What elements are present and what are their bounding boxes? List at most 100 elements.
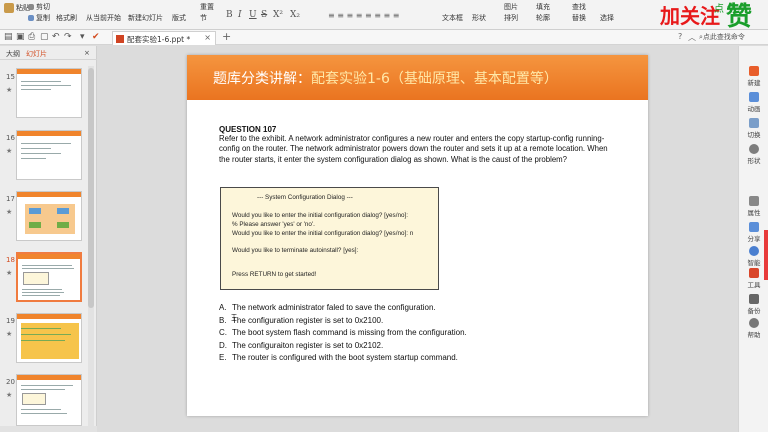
panel-new[interactable]: 新建 [739, 66, 768, 87]
underline-button[interactable]: U [249, 10, 257, 20]
replace-label: 替换 [572, 14, 586, 22]
undo-icon[interactable]: ↶ [52, 32, 60, 42]
panel-label: 备份 [747, 307, 761, 315]
more-icon[interactable]: ︿ [688, 32, 696, 43]
status-strip [0, 426, 97, 432]
save-icon[interactable]: ▣ [16, 32, 25, 42]
panel-label: 分享 [747, 235, 761, 243]
exhibit-line: % Please answer 'yes' or 'no'. [232, 221, 315, 228]
answer-letter: E. [219, 353, 227, 362]
replace-button[interactable]: 替换 [572, 13, 586, 23]
slide-thumbnail[interactable] [16, 130, 82, 180]
checkmark-icon[interactable]: ✔ [92, 32, 100, 42]
panel-help[interactable]: 帮助 [739, 318, 768, 339]
outline-button[interactable]: 轮廓 [536, 13, 550, 23]
slide-number: 16 [6, 134, 15, 142]
panel-shape[interactable]: 形状 [739, 144, 768, 165]
exhibit-box: --- System Configuration Dialog --- Woul… [220, 187, 439, 290]
outline-label: 轮廓 [536, 14, 550, 22]
question-text: Refer to the exhibit. A network administ… [219, 134, 608, 164]
slide-thumbnail-panel: 大纲 幻灯片 × 15 ★ 16 ★ 17 ★ 18 ★ 19 ★ 20 ★ [0, 46, 97, 432]
slide-thumbnail-active[interactable] [16, 252, 82, 302]
star-icon: ★ [6, 330, 13, 338]
star-icon: ★ [6, 208, 13, 216]
panel-animation[interactable]: 动画 [739, 92, 768, 113]
italic-button[interactable]: I [238, 10, 242, 20]
reset-button[interactable]: 重置 [200, 2, 214, 12]
format-painter-button[interactable]: 格式刷 [56, 13, 77, 23]
exhibit-line: --- System Configuration Dialog --- [257, 194, 353, 201]
slide-title-prefix: 题库分类讲解： [213, 71, 311, 87]
slide-number: 15 [6, 73, 15, 81]
layout-label: 版式 [172, 14, 186, 22]
fill-label: 填充 [536, 3, 550, 11]
copy-button[interactable]: 复制 [28, 13, 50, 23]
help-icon[interactable]: ? [678, 32, 682, 41]
picture-button[interactable]: 图片 [504, 2, 518, 12]
cut-label: 剪切 [36, 3, 50, 11]
tab-outline[interactable]: 大纲 [6, 49, 20, 59]
question-number: QUESTION 107 [219, 125, 277, 134]
command-search[interactable]: ⌕点此查找命令 [699, 32, 745, 42]
backup-icon [749, 294, 759, 304]
close-tab-icon[interactable]: × [204, 33, 211, 42]
panel-transition[interactable]: 切换 [739, 118, 768, 139]
print-icon[interactable]: ⎙ [28, 32, 35, 42]
tab-slides[interactable]: 幻灯片 [26, 49, 47, 59]
subscript-button[interactable]: X₂ [290, 10, 300, 20]
text-cursor-icon: ⌶ [231, 313, 237, 324]
slide-canvas[interactable]: 题库分类讲解：配套实验1-6（基础原理、基本配置等） QUESTION 107 … [187, 55, 648, 416]
section-button[interactable]: 节 [200, 13, 207, 23]
like-promo-text: 赞 [726, 2, 753, 32]
answer-letter: A. [219, 303, 227, 312]
exhibit-line: Would you like to enter the initial conf… [232, 230, 414, 237]
answer-option: B. The configuration register is set to 0… [219, 316, 383, 325]
panel-label: 智能 [747, 259, 761, 267]
preview-icon[interactable]: ▢ [40, 32, 49, 42]
slide-thumbnail[interactable] [16, 313, 82, 363]
slide-thumbnail[interactable] [16, 374, 82, 426]
answer-text: The network administrator faled to save … [232, 303, 436, 312]
align-buttons[interactable]: ≡ ≡ ≡ ≡ ≡ ≡ ≡ ≡ [328, 11, 399, 20]
slide-thumbnail[interactable] [16, 68, 82, 118]
exhibit-line: Would you like to terminate autoinstall?… [232, 247, 359, 254]
panel-label: 切换 [747, 131, 761, 139]
from-current-button[interactable]: 从当前开始 [86, 13, 121, 23]
panel-backup[interactable]: 备份 [739, 294, 768, 315]
animation-icon [749, 92, 759, 102]
star-icon: ★ [6, 391, 13, 399]
share-icon [749, 222, 759, 232]
star-icon: ★ [6, 147, 13, 155]
textbox-button[interactable]: 文本框 [442, 13, 463, 23]
superscript-button[interactable]: X² [273, 10, 283, 20]
new-tab-button[interactable]: + [222, 30, 231, 43]
arrange-button[interactable]: 排列 [504, 13, 518, 23]
bold-button[interactable]: B [226, 10, 233, 20]
redo-icon[interactable]: ↷ [64, 32, 72, 42]
find-button[interactable]: 查找 [572, 2, 586, 12]
strike-button[interactable]: S [261, 10, 267, 20]
layout-button[interactable]: 版式 [172, 13, 186, 23]
answer-text: The configuration register is set to 0x2… [232, 315, 384, 325]
exhibit-line: Press RETURN to get started! [232, 271, 317, 278]
follow-promo-overlay: 加关注 点 赞 [608, 0, 768, 32]
open-icon[interactable]: ▤ [4, 32, 13, 42]
close-panel-icon[interactable]: × [84, 49, 90, 57]
star-icon: ★ [6, 269, 13, 277]
new-slide-button[interactable]: 新建幻灯片 [128, 13, 163, 23]
follow-promo-text: 加关注 [660, 4, 720, 28]
slide-thumbnail[interactable] [16, 191, 82, 241]
reset-label: 重置 [200, 3, 214, 11]
panel-properties[interactable]: 属性 [739, 196, 768, 217]
customize-icon[interactable]: ▾ [80, 32, 85, 42]
paste-button[interactable]: 粘贴 [4, 3, 30, 13]
slide-title-accent: 配套实验1-6（基础原理、基本配置等） [311, 71, 558, 87]
shape-button[interactable]: 形状 [472, 13, 486, 23]
right-scrollbar[interactable] [764, 230, 768, 280]
thumbnail-scrollbar[interactable] [88, 68, 94, 308]
fill-button[interactable]: 填充 [536, 2, 550, 12]
answer-option: C. The boot system flash command is missi… [219, 328, 467, 337]
cut-button[interactable]: 剪切 [28, 2, 50, 12]
document-tab[interactable]: 配套实验1-6.ppt * × [112, 31, 216, 45]
slide-number: 19 [6, 317, 15, 325]
